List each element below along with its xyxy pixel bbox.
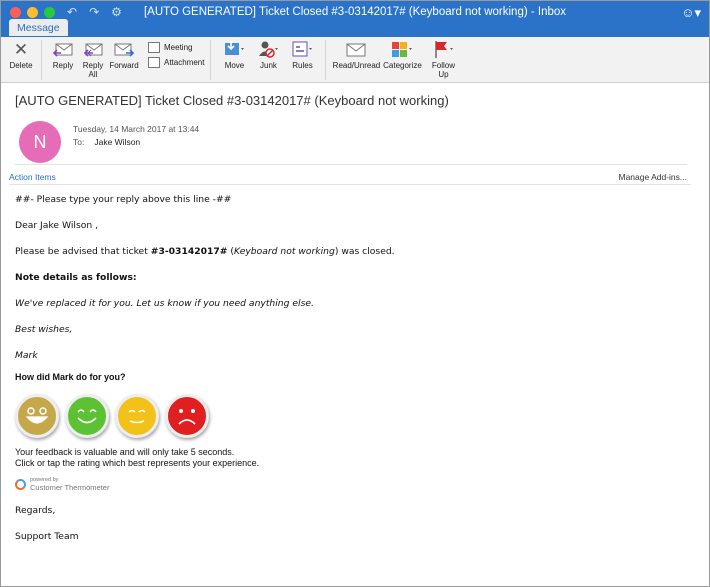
move-folder-icon bbox=[222, 39, 246, 61]
sender-avatar[interactable]: N bbox=[19, 121, 61, 163]
reply-button[interactable]: Reply bbox=[48, 39, 78, 70]
recipient-name[interactable]: Jake Wilson bbox=[94, 137, 140, 147]
message-date: Tuesday, 14 March 2017 at 13:44 bbox=[73, 124, 200, 134]
recipient-line: To: Jake Wilson bbox=[73, 137, 141, 147]
smile-face-icon bbox=[77, 409, 97, 424]
rating-gold-face[interactable] bbox=[15, 394, 59, 438]
grin-face-icon bbox=[25, 407, 49, 424]
greeting: Dear Jake Wilson , bbox=[15, 220, 99, 231]
ticket-id: #3-03142017# bbox=[150, 246, 228, 257]
forward-button[interactable]: Forward bbox=[108, 39, 140, 70]
read-unread-button[interactable]: Read/Unread bbox=[332, 39, 380, 70]
divider bbox=[210, 40, 212, 80]
powered-by-badge[interactable]: powered by Customer Thermometer bbox=[15, 477, 709, 492]
divider bbox=[41, 40, 42, 80]
customer-thermometer-logo-icon bbox=[15, 479, 26, 490]
rating-faces bbox=[15, 394, 709, 438]
window-title: [AUTO GENERATED] Ticket Closed #3-031420… bbox=[143, 6, 567, 18]
move-button[interactable]: Move bbox=[217, 39, 251, 70]
envelope-icon bbox=[345, 39, 367, 61]
rating-yellow-face[interactable] bbox=[115, 394, 159, 438]
rules-button[interactable]: Rules bbox=[285, 39, 319, 70]
note-heading: Note details as follows: bbox=[15, 272, 137, 283]
reply-above-line: ##- Please type your reply above this li… bbox=[15, 194, 232, 205]
message-subject: [AUTO GENERATED] Ticket Closed #3-031420… bbox=[15, 93, 449, 108]
sign-off: Best wishes, bbox=[15, 324, 73, 335]
reply-all-button[interactable]: Reply All bbox=[78, 39, 108, 79]
meeting-button[interactable]: Meeting bbox=[148, 42, 204, 53]
neutral-face-icon bbox=[128, 409, 146, 424]
attachment-button[interactable]: Attachment bbox=[148, 57, 204, 68]
rules-icon bbox=[290, 39, 314, 61]
rating-red-face[interactable] bbox=[165, 394, 209, 438]
action-bar: Action Items Manage Add-ins... bbox=[9, 167, 691, 185]
reply-envelope-icon bbox=[52, 39, 74, 61]
ribbon: ✕ Delete Reply Reply All Forward Meeting… bbox=[1, 37, 709, 83]
follow-up-button[interactable]: Follow Up bbox=[424, 39, 462, 79]
note-text: We've replaced it for you. Let us know i… bbox=[15, 298, 314, 309]
tab-message[interactable]: Message bbox=[9, 19, 68, 36]
divider bbox=[325, 40, 327, 80]
forward-envelope-icon bbox=[113, 39, 135, 61]
message-header: N Tuesday, 14 March 2017 at 13:44 To: Jak… bbox=[15, 113, 687, 165]
agent-name: Mark bbox=[15, 350, 38, 361]
regards: Regards, bbox=[15, 505, 56, 516]
delete-x-icon: ✕ bbox=[13, 40, 29, 59]
title-bar: ↶ ↷ ⚙ [AUTO GENERATED] Ticket Closed #3-… bbox=[1, 1, 709, 25]
team-signature: Support Team bbox=[15, 531, 79, 542]
meeting-attachment-group: Meeting Attachment bbox=[148, 39, 204, 68]
calendar-icon bbox=[148, 42, 160, 53]
red-flag-icon bbox=[431, 39, 455, 61]
junk-button[interactable]: Junk bbox=[251, 39, 285, 70]
action-items-link[interactable]: Action Items bbox=[9, 172, 56, 182]
closure-notice: Please be advised that ticket #3-0314201… bbox=[15, 246, 395, 257]
manage-addins-button[interactable]: Manage Add-ins... bbox=[618, 172, 687, 182]
message-body: ##- Please type your reply above this li… bbox=[1, 185, 709, 543]
rating-question: How did Mark do for you? bbox=[15, 372, 126, 382]
feedback-smiley-icon[interactable]: ☺▾ bbox=[681, 5, 701, 21]
junk-user-block-icon bbox=[256, 39, 280, 61]
rating-green-face[interactable] bbox=[65, 394, 109, 438]
feedback-instructions: Your feedback is valuable and will only … bbox=[15, 447, 260, 468]
paperclip-icon bbox=[148, 57, 160, 68]
mail-window: ↶ ↷ ⚙ [AUTO GENERATED] Ticket Closed #3-… bbox=[0, 0, 710, 587]
ticket-title: Keyboard not working bbox=[234, 246, 335, 257]
categorize-button[interactable]: Categorize bbox=[380, 39, 424, 70]
delete-button[interactable]: ✕ Delete bbox=[7, 39, 35, 70]
reply-all-envelope-icon bbox=[82, 39, 104, 61]
ribbon-tab-row: Message bbox=[1, 19, 709, 37]
frown-face-icon bbox=[178, 409, 196, 425]
categorize-grid-icon bbox=[389, 39, 415, 61]
